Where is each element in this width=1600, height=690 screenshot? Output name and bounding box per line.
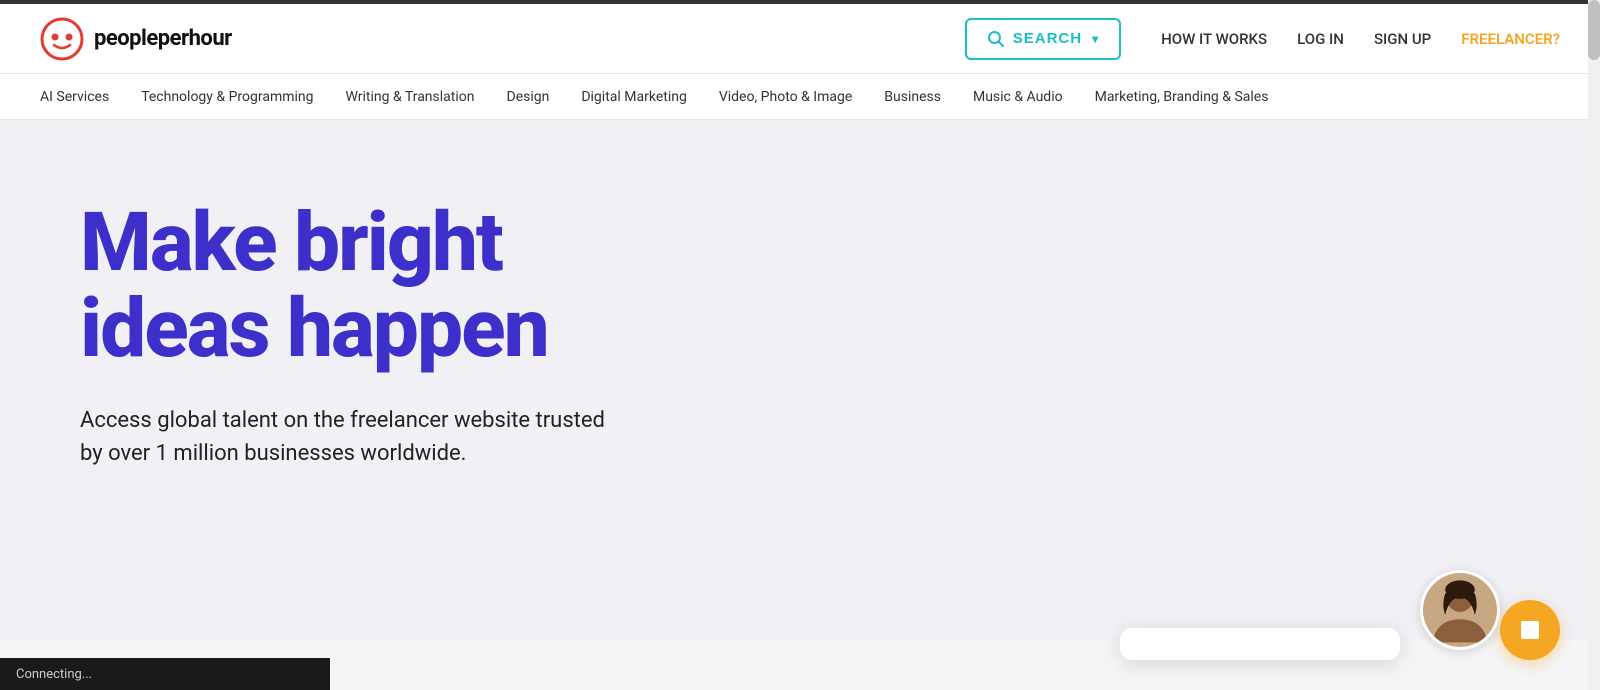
logo-text: peopleperhour — [94, 26, 232, 51]
category-writing-translation[interactable]: Writing & Translation — [330, 74, 491, 119]
logo[interactable]: peopleperhour — [40, 17, 232, 61]
scrollbar[interactable] — [1588, 0, 1600, 690]
connecting-text: Connecting... — [16, 667, 92, 682]
chat-button-icon — [1517, 617, 1543, 643]
logo-icon — [40, 17, 84, 61]
chat-widget — [1120, 628, 1400, 660]
how-it-works-link[interactable]: HOW IT WORKS — [1161, 30, 1267, 48]
signup-link[interactable]: SIGN UP — [1374, 30, 1431, 48]
freelancer-link[interactable]: FREELANCER? — [1461, 30, 1560, 48]
hero-subtitle: Access global talent on the freelancer w… — [80, 404, 620, 470]
connecting-bar: Connecting... — [0, 658, 330, 690]
search-label: SEARCH — [1013, 30, 1082, 47]
search-icon — [987, 30, 1005, 48]
hero-title: Make bright ideas happen — [80, 200, 780, 372]
avatar-image — [1423, 573, 1497, 647]
category-video-photo-image[interactable]: Video, Photo & Image — [703, 74, 868, 119]
chat-button[interactable] — [1500, 600, 1560, 660]
avatar-area — [1420, 570, 1500, 650]
category-digital-marketing[interactable]: Digital Marketing — [565, 74, 702, 119]
category-design[interactable]: Design — [491, 74, 566, 119]
hero-section: Make bright ideas happen Access global t… — [0, 120, 1600, 640]
avatar — [1420, 570, 1500, 650]
login-link[interactable]: LOG IN — [1297, 30, 1344, 48]
category-marketing-branding-sales[interactable]: Marketing, Branding & Sales — [1079, 74, 1285, 119]
chevron-down-icon: ▾ — [1092, 32, 1099, 46]
search-button[interactable]: SEARCH ▾ — [965, 18, 1121, 60]
hero-content: Make bright ideas happen Access global t… — [80, 200, 780, 470]
main-nav: HOW IT WORKS LOG IN SIGN UP FREELANCER? — [1161, 30, 1560, 48]
scrollbar-thumb[interactable] — [1588, 0, 1600, 60]
header: peopleperhour SEARCH ▾ HOW IT WORKS LOG … — [0, 4, 1600, 74]
category-technology-programming[interactable]: Technology & Programming — [125, 74, 329, 119]
category-business[interactable]: Business — [868, 74, 957, 119]
category-nav: AI Services Technology & Programming Wri… — [0, 74, 1600, 120]
category-music-audio[interactable]: Music & Audio — [957, 74, 1079, 119]
category-ai-services[interactable]: AI Services — [40, 74, 125, 119]
